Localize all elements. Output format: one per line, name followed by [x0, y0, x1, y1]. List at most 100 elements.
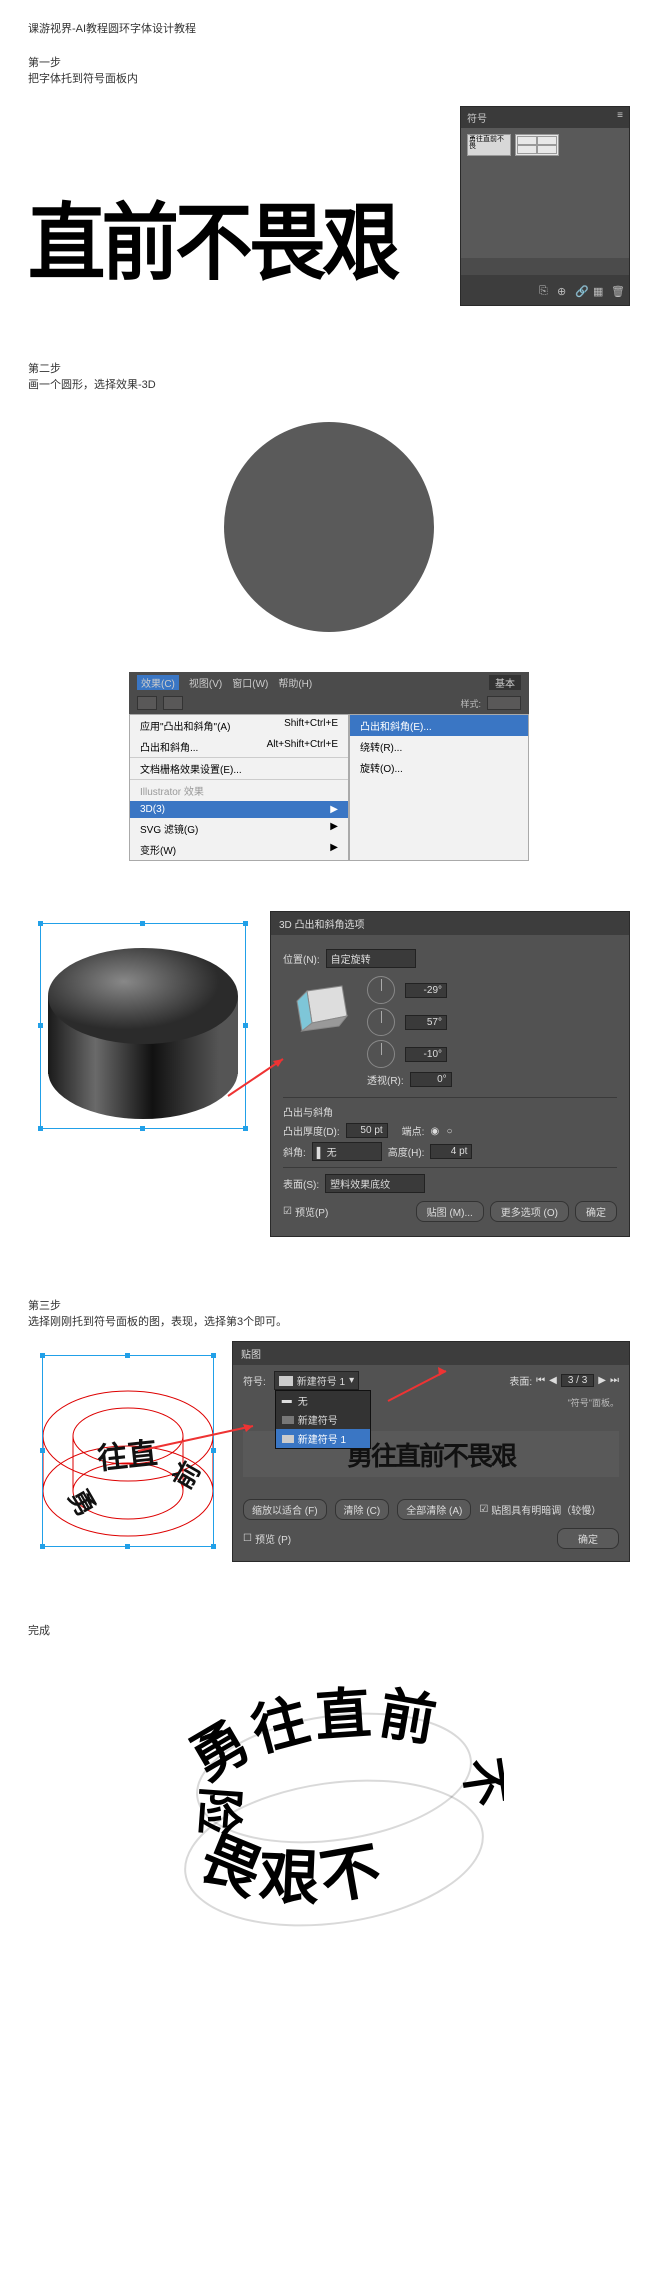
- style-swatch[interactable]: [487, 696, 521, 710]
- rotation-cube[interactable]: [287, 976, 357, 1046]
- panel-icon[interactable]: ⊕: [557, 285, 567, 295]
- cylinder-preview: [28, 911, 258, 1141]
- prev-face-icon[interactable]: ◀: [549, 1375, 557, 1386]
- map-art-dialog[interactable]: 贴图 符号: 新建符号 1▾ ▬无 新建符号 新建符号 1 表面: ⏮ ◀ 3: [232, 1341, 630, 1562]
- next-face-icon[interactable]: ▶: [598, 1375, 606, 1386]
- rot-x-knob[interactable]: [367, 976, 395, 1004]
- step1-label: 第一步: [28, 54, 630, 70]
- 3d-options-dialog[interactable]: 3D 凸出和斜角选项 位置(N): 自定旋转 -29°: [270, 911, 630, 1237]
- bevel-height-label: 高度(H):: [388, 1144, 425, 1159]
- svg-text:勇往直前: 勇往直前: [180, 1681, 445, 1792]
- symbol-select[interactable]: 新建符号 1▾ ▬无 新建符号 新建符号 1: [274, 1371, 359, 1390]
- step1-figure: 直前不畏艰 符号 ≡ 勇往直前不畏 ⎘ ⊕ 🔗 ▦ 🗑: [28, 106, 630, 346]
- menu-help[interactable]: 帮助(H): [278, 675, 312, 690]
- rot-y-knob[interactable]: [367, 1008, 395, 1036]
- symbols-panel-title: 符号: [467, 110, 487, 125]
- ok-button[interactable]: 确定: [557, 1528, 619, 1549]
- cap-off-icon[interactable]: ○: [446, 1126, 456, 1136]
- clear-button[interactable]: 清除 (C): [335, 1499, 390, 1520]
- menu-section-header: Illustrator 效果: [130, 779, 348, 801]
- step3-figure: 往直 勇 前 贴图 符号: 新建符号 1▾ ▬无 新建符号 新建符号 1: [28, 1341, 630, 1562]
- 3d-submenu[interactable]: 凸出和斜角(E)... 绕转(R)... 旋转(O)...: [349, 714, 529, 861]
- rot-x-field[interactable]: -29°: [405, 983, 447, 998]
- bevel-label: 斜角:: [283, 1144, 306, 1159]
- scale-to-fit-button[interactable]: 缩放以适合 (F): [243, 1499, 327, 1520]
- selection-bbox[interactable]: [42, 1355, 214, 1547]
- stroke-swatch[interactable]: [163, 696, 183, 710]
- page-title: 课游视界-AI教程圆环字体设计教程: [28, 20, 630, 36]
- menu-item[interactable]: 应用"凸出和斜角"(A)Shift+Ctrl+E: [130, 715, 348, 736]
- menu-item-rotate[interactable]: 旋转(O)...: [350, 757, 528, 778]
- effect-submenu[interactable]: 应用"凸出和斜角"(A)Shift+Ctrl+E 凸出和斜角...Alt+Shi…: [129, 714, 349, 861]
- clear-all-button[interactable]: 全部清除 (A): [397, 1499, 471, 1520]
- menu-view[interactable]: 视图(V): [189, 675, 222, 690]
- position-select[interactable]: 自定旋转: [326, 949, 416, 968]
- shade-checkbox[interactable]: ☑ 贴图具有明暗调（较慢）: [479, 1502, 601, 1517]
- depth-field[interactable]: 50 pt: [346, 1123, 388, 1138]
- more-options-button[interactable]: 更多选项 (O): [490, 1201, 569, 1222]
- preview-checkbox[interactable]: ☐ 预览 (P): [243, 1531, 291, 1546]
- link-icon[interactable]: 🔗: [575, 285, 585, 295]
- symbol-option-1[interactable]: 新建符号: [276, 1410, 370, 1429]
- panel-icon[interactable]: ⎘: [539, 285, 549, 295]
- effect-menu-figure: 效果(C) 视图(V) 窗口(W) 帮助(H) 基本 样式: 应用"凸出和斜角"…: [129, 672, 529, 861]
- symbol-thumb-2[interactable]: [515, 134, 559, 156]
- menu-item-3d[interactable]: 3D(3)▶: [130, 801, 348, 818]
- doc-preset[interactable]: 基本: [489, 675, 521, 690]
- step2-3d-figure: 3D 凸出和斜角选项 位置(N): 自定旋转 -29°: [28, 911, 630, 1237]
- dialog-title: 3D 凸出和斜角选项: [271, 912, 629, 935]
- menu-item-revolve[interactable]: 绕转(R)...: [350, 736, 528, 757]
- cap-on-icon[interactable]: ◉: [430, 1126, 440, 1136]
- style-label: 样式:: [460, 697, 481, 710]
- position-label: 位置(N):: [283, 951, 320, 966]
- trash-icon[interactable]: 🗑: [611, 285, 621, 295]
- symbol-label: 符号:: [243, 1373, 266, 1388]
- bevel-height-field[interactable]: 4 pt: [430, 1144, 472, 1159]
- symbol-option-none[interactable]: ▬无: [276, 1391, 370, 1410]
- surface-select[interactable]: 塑料效果底纹: [325, 1174, 425, 1193]
- symbol-options[interactable]: ▬无 新建符号 新建符号 1: [275, 1390, 371, 1449]
- first-face-icon[interactable]: ⏮: [536, 1375, 545, 1386]
- dialog-title: 贴图: [233, 1342, 629, 1365]
- rot-z-field[interactable]: -10°: [405, 1047, 447, 1062]
- face-page[interactable]: 3 / 3: [561, 1374, 594, 1387]
- map-button[interactable]: 贴图 (M)...: [416, 1201, 484, 1222]
- ring-preview: 往直 勇 前: [28, 1341, 228, 1561]
- ok-button[interactable]: 确定: [575, 1201, 617, 1222]
- menu-item[interactable]: 凸出和斜角...Alt+Shift+Ctrl+E: [130, 736, 348, 757]
- final-figure: 勇往直前 畏艰不 险 不: [28, 1638, 630, 2031]
- cap-label: 端点:: [402, 1123, 425, 1138]
- rot-y-field[interactable]: 57°: [405, 1015, 447, 1030]
- app-menubar[interactable]: 效果(C) 视图(V) 窗口(W) 帮助(H) 基本: [129, 672, 529, 693]
- selection-bbox[interactable]: [40, 923, 246, 1129]
- menu-item-extrude[interactable]: 凸出和斜角(E)...: [350, 715, 528, 736]
- svg-text:险: 险: [190, 1785, 246, 1838]
- preview-checkbox[interactable]: ☑ 预览(P): [283, 1204, 328, 1219]
- fill-swatch[interactable]: [137, 696, 157, 710]
- circle-shape: [224, 422, 434, 632]
- rot-z-knob[interactable]: [367, 1040, 395, 1068]
- step3-desc: 选择刚刚托到符号面板的图，表现，选择第3个即可。: [28, 1313, 630, 1329]
- depth-label: 凸出厚度(D):: [283, 1123, 340, 1138]
- final-label: 完成: [28, 1622, 630, 1638]
- panel-menu-icon[interactable]: ≡: [617, 110, 623, 125]
- symbols-panel[interactable]: 符号 ≡ 勇往直前不畏 ⎘ ⊕ 🔗 ▦ 🗑: [460, 106, 630, 306]
- bevel-select[interactable]: ▌ 无: [312, 1142, 382, 1161]
- step2-label: 第二步: [28, 360, 630, 376]
- symbol-thumb-1[interactable]: 勇往直前不畏: [467, 134, 511, 156]
- options-toolbar: 样式:: [129, 692, 529, 714]
- perspective-field[interactable]: 0°: [410, 1072, 452, 1087]
- extrude-section-title: 凸出与斜角: [283, 1104, 617, 1119]
- menu-item[interactable]: 文档栅格效果设置(E)...: [130, 757, 348, 779]
- last-face-icon[interactable]: ⏭: [610, 1375, 619, 1386]
- menu-window[interactable]: 窗口(W): [232, 675, 268, 690]
- symbol-option-2[interactable]: 新建符号 1: [276, 1429, 370, 1448]
- step1-desc: 把字体托到符号面板内: [28, 70, 630, 86]
- surface-label: 表面(S):: [283, 1176, 319, 1191]
- menu-item[interactable]: SVG 滤镜(G)▶: [130, 818, 348, 839]
- surface-label: 表面:: [509, 1373, 532, 1388]
- menu-item[interactable]: 变形(W)▶: [130, 839, 348, 860]
- menu-effect[interactable]: 效果(C): [137, 675, 179, 690]
- new-icon[interactable]: ▦: [593, 285, 603, 295]
- perspective-label: 透视(R):: [367, 1072, 404, 1087]
